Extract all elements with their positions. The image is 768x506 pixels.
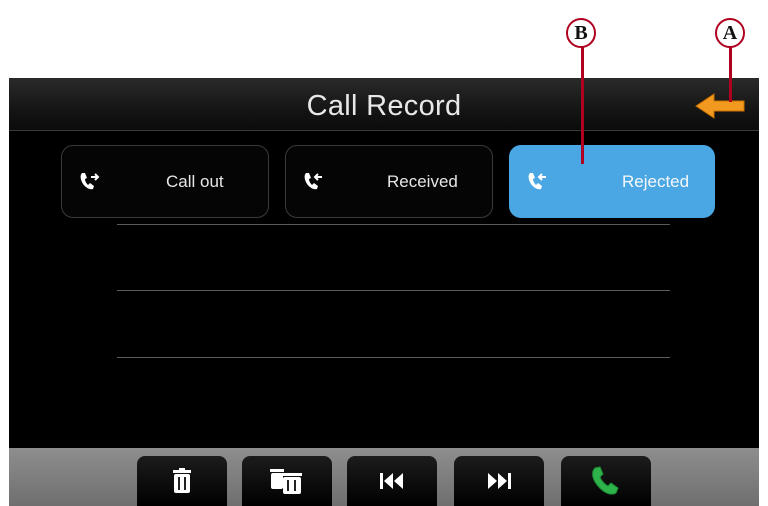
tab-call-out[interactable]: Call out (61, 145, 269, 218)
tab-label: Received (387, 172, 458, 191)
delete-all-button[interactable] (242, 456, 332, 506)
callout-a: A (715, 18, 745, 48)
tab-received[interactable]: Received (285, 145, 493, 218)
call-button[interactable] (561, 456, 651, 506)
phone-outgoing-icon (80, 173, 100, 190)
tab-rejected[interactable]: Rejected (509, 145, 715, 218)
back-button[interactable] (694, 92, 746, 120)
delete-button[interactable] (137, 456, 227, 506)
list-divider (117, 224, 670, 225)
tab-label: Call out (166, 172, 224, 191)
phone-rejected-icon (528, 173, 546, 190)
previous-button[interactable] (347, 456, 437, 506)
phone-incoming-icon (304, 173, 322, 190)
callout-b: B (566, 18, 596, 48)
tab-label: Rejected (622, 172, 690, 191)
next-button[interactable] (454, 456, 544, 506)
call-icon (592, 466, 619, 495)
list-divider (117, 357, 670, 358)
list-divider (117, 290, 670, 291)
bottom-toolbar (9, 448, 759, 506)
callout-b-leader (581, 36, 584, 164)
call-record-screen: Call Record Call out Received Rejected (9, 78, 759, 506)
next-page-icon (488, 473, 511, 489)
title-bar: Call Record (9, 78, 759, 131)
back-arrow-icon (695, 93, 745, 119)
trash-all-icon (270, 469, 302, 494)
page-title: Call Record (306, 90, 462, 122)
trash-icon (173, 468, 191, 493)
previous-page-icon (380, 473, 403, 489)
